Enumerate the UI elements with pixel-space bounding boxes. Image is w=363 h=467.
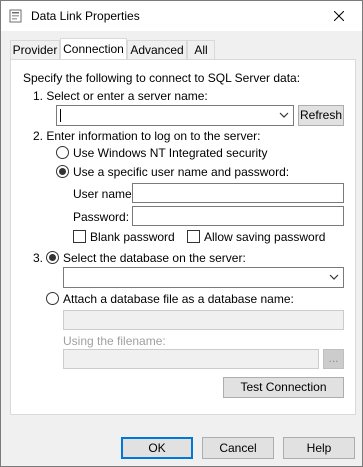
browse-label: ... (328, 351, 339, 365)
help-button[interactable]: Help (283, 437, 355, 459)
specific-user-label[interactable]: Use a specific user name and password: (73, 165, 289, 179)
browse-button[interactable]: ... (323, 349, 344, 369)
user-name-label: User name: (73, 187, 136, 201)
blank-password-checkbox[interactable] (73, 230, 86, 243)
data-link-properties-dialog: Data Link Properties Provider Connection… (0, 0, 363, 467)
close-button[interactable] (316, 1, 362, 31)
attach-database-label[interactable]: Attach a database file as a database nam… (63, 292, 294, 306)
data-link-icon (9, 9, 22, 23)
tab-label: Connection (63, 42, 124, 56)
cancel-button[interactable]: Cancel (202, 437, 274, 459)
step3-label: 3. (33, 251, 44, 265)
text-caret (60, 109, 61, 122)
allow-saving-checkbox[interactable] (187, 230, 200, 243)
ok-button[interactable]: OK (121, 437, 193, 459)
nt-security-radio[interactable] (56, 146, 69, 159)
using-filename-label: Using the filename: (63, 334, 166, 348)
test-connection-button[interactable]: Test Connection (223, 377, 344, 398)
window-title: Data Link Properties (31, 9, 140, 23)
select-database-label[interactable]: Select the database on the server: (63, 251, 246, 265)
help-label: Help (306, 441, 332, 455)
chevron-down-icon (329, 274, 339, 280)
password-label: Password: (73, 210, 130, 224)
nt-security-label[interactable]: Use Windows NT Integrated security (73, 146, 268, 160)
cancel-label: Cancel (219, 441, 257, 455)
filename-field[interactable] (63, 349, 319, 369)
step2-label: 2. Enter information to log on to the se… (33, 129, 261, 143)
test-connection-label: Test Connection (240, 380, 327, 394)
user-name-field[interactable] (132, 183, 344, 203)
server-name-combobox[interactable] (56, 105, 294, 126)
blank-password-label[interactable]: Blank password (90, 230, 175, 244)
refresh-button[interactable]: Refresh (298, 105, 344, 126)
attach-database-name-field[interactable] (63, 310, 344, 330)
allow-saving-label[interactable]: Allow saving password (204, 230, 325, 244)
close-icon (334, 11, 344, 21)
specific-user-radio[interactable] (56, 165, 69, 178)
refresh-label: Refresh (299, 108, 343, 122)
tab-advanced[interactable]: Advanced (127, 40, 187, 59)
select-database-radio[interactable] (46, 251, 59, 264)
tab-label: All (194, 43, 208, 57)
tab-provider[interactable]: Provider (10, 40, 60, 59)
attach-database-radio[interactable] (46, 292, 59, 305)
ok-label: OK (148, 441, 166, 455)
tab-all[interactable]: All (187, 40, 215, 59)
tab-label: Provider (12, 43, 58, 57)
title-bar: Data Link Properties (1, 1, 362, 31)
step1-label: 1. Select or enter a server name: (33, 89, 208, 103)
tab-label: Advanced (130, 43, 184, 57)
chevron-down-icon (279, 112, 289, 118)
database-combobox[interactable] (63, 267, 344, 288)
password-field[interactable] (132, 206, 344, 226)
tab-connection[interactable]: Connection (60, 38, 127, 59)
intro-text: Specify the following to connect to SQL … (23, 71, 301, 85)
